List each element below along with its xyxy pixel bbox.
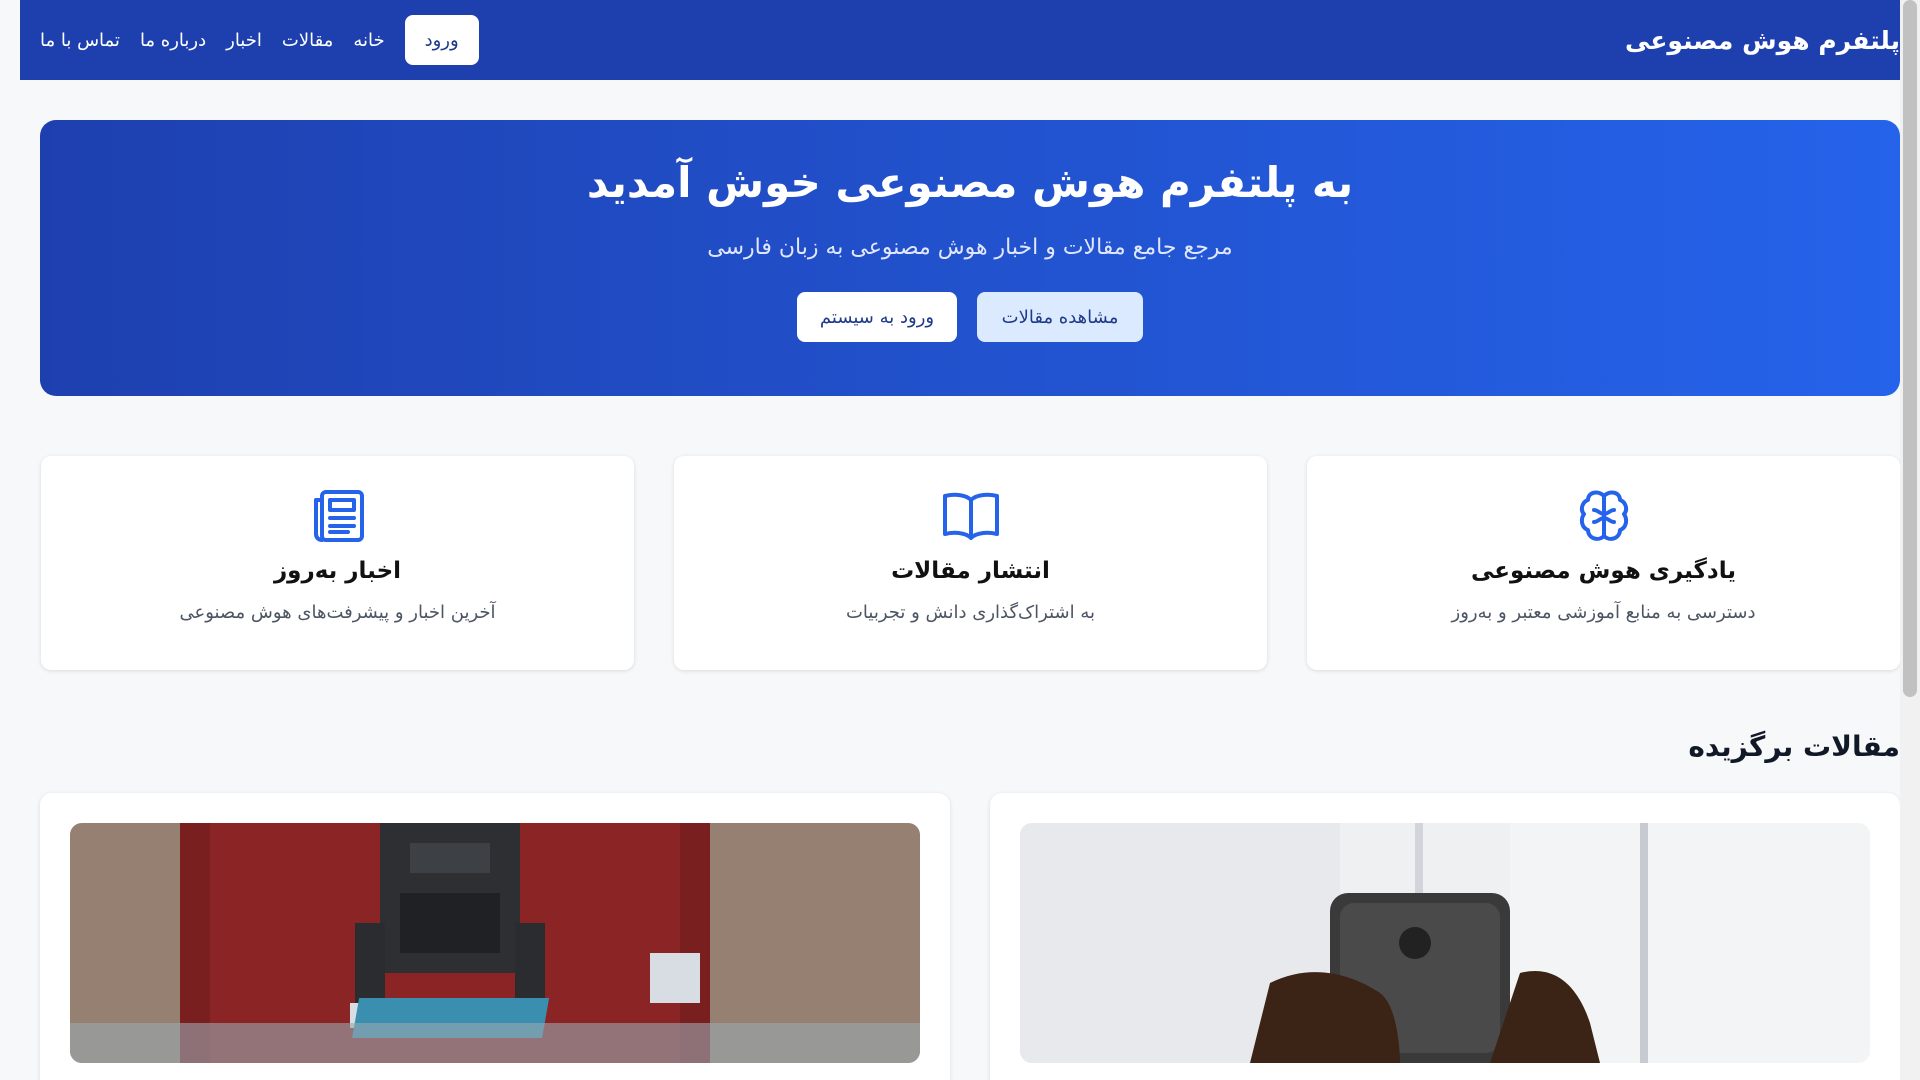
page-scrollbar[interactable] <box>1900 0 1920 1080</box>
nav-left: خانه مقالات اخبار درباره ما تماس با ما و… <box>40 15 479 65</box>
features: یادگیری هوش مصنوعی دسترسی به منابع آموزش… <box>40 456 1900 670</box>
article-image-doctor[interactable] <box>1020 823 1870 1063</box>
view-articles-button[interactable]: مشاهده مقالات <box>977 292 1143 342</box>
feature-title: انتشار مقالات <box>891 558 1050 584</box>
hero-buttons: مشاهده مقالات ورود به سیستم <box>40 292 1900 342</box>
brand-title[interactable]: پلتفرم هوش مصنوعی <box>1625 26 1900 55</box>
article-card[interactable] <box>990 793 1900 1080</box>
system-login-button[interactable]: ورود به سیستم <box>797 292 957 342</box>
scroll-thumb[interactable] <box>1903 0 1917 697</box>
nav-link-articles[interactable]: مقالات <box>282 30 333 51</box>
feature-desc: آخرین اخبار و پیشرفت‌های هوش مصنوعی <box>179 602 496 623</box>
brain-icon <box>1574 486 1634 546</box>
featured-articles <box>40 793 1900 1080</box>
nav-link-home[interactable]: خانه <box>353 30 384 51</box>
nav-links: خانه مقالات اخبار درباره ما تماس با ما <box>40 30 385 51</box>
article-image-robot[interactable] <box>70 823 920 1063</box>
nav-link-news[interactable]: اخبار <box>226 30 262 51</box>
nav-link-about[interactable]: درباره ما <box>140 30 206 51</box>
feature-title: یادگیری هوش مصنوعی <box>1470 558 1737 584</box>
feature-card-learning: یادگیری هوش مصنوعی دسترسی به منابع آموزش… <box>1307 456 1900 670</box>
feature-title: اخبار به‌روز <box>273 558 402 584</box>
book-icon <box>941 486 1001 546</box>
featured-articles-title: مقالات برگزیده <box>1688 730 1900 763</box>
navbar: پلتفرم هوش مصنوعی خانه مقالات اخبار دربا… <box>20 0 1920 80</box>
feature-card-news: اخبار به‌روز آخرین اخبار و پیشرفت‌های هو… <box>41 456 634 670</box>
hero-subtitle: مرجع جامع مقالات و اخبار هوش مصنوعی به ز… <box>707 235 1233 260</box>
page: پلتفرم هوش مصنوعی خانه مقالات اخبار دربا… <box>20 0 1920 1080</box>
article-card[interactable] <box>40 793 950 1080</box>
feature-card-publish: انتشار مقالات به اشتراک‌گذاری دانش و تجر… <box>674 456 1267 670</box>
nav-link-contact[interactable]: تماس با ما <box>40 30 120 51</box>
feature-desc: دسترسی به منابع آموزشی معتبر و به‌روز <box>1451 602 1756 623</box>
feature-desc: به اشتراک‌گذاری دانش و تجربیات <box>845 602 1095 623</box>
hero-title: به پلتفرم هوش مصنوعی خوش آمدید <box>586 158 1354 207</box>
newspaper-icon <box>308 486 368 546</box>
hero-banner: به پلتفرم هوش مصنوعی خوش آمدید مرجع جامع… <box>40 120 1900 396</box>
login-button[interactable]: ورود <box>404 15 479 65</box>
